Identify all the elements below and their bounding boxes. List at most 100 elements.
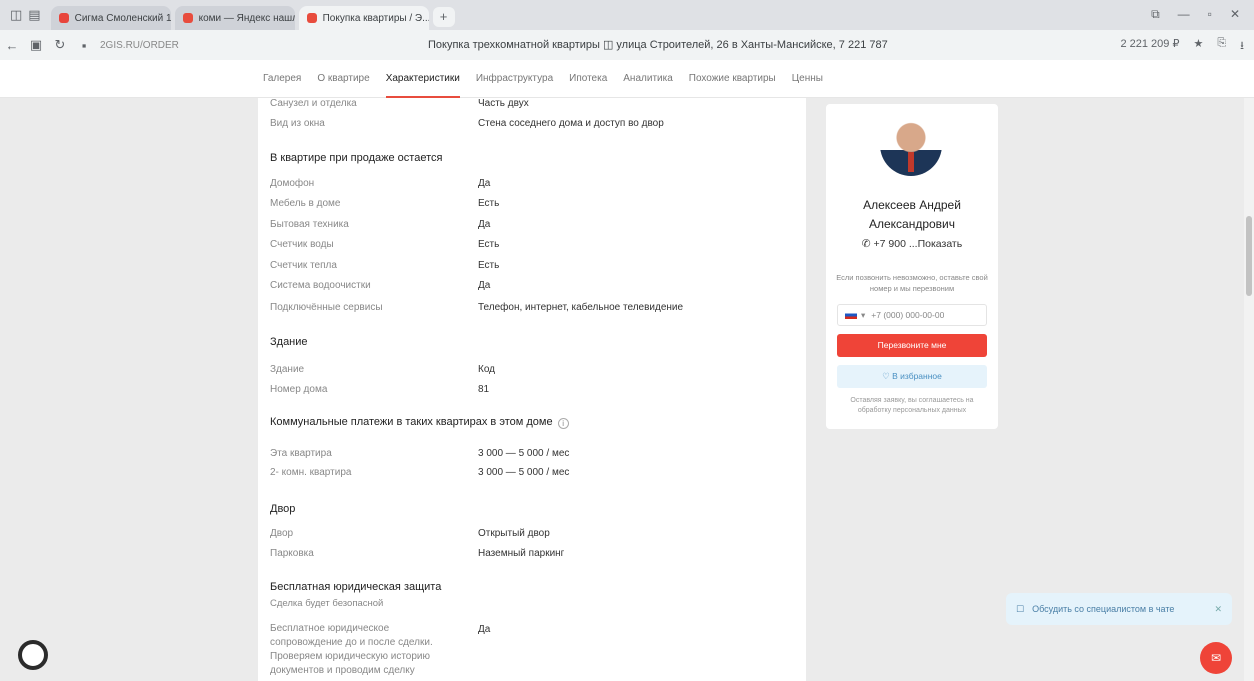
window-icons: ◫ ▤ bbox=[0, 7, 51, 30]
chat-specialist-button[interactable]: ☐ Обсудить со специалистом в чате ✕ bbox=[1006, 593, 1232, 625]
row-label: Парковка bbox=[270, 548, 314, 559]
bookmark-icon[interactable]: ⧉ bbox=[1151, 7, 1160, 22]
tab-label: Покупка квартиры / Э... bbox=[322, 12, 429, 24]
row-label: 2- комн. квартира bbox=[270, 467, 352, 478]
info-icon[interactable]: i bbox=[557, 418, 569, 429]
browser-menu-icon[interactable]: ◫ bbox=[10, 7, 22, 23]
privacy-note: Оставляя заявку, вы соглашаетесь на обра… bbox=[850, 397, 974, 414]
list-item: 2- комн. квартира 3 000 — 5 000 / мес bbox=[270, 467, 790, 478]
tab-similar[interactable]: Похожие квартиры bbox=[689, 60, 776, 98]
list-item: Домофон Да bbox=[270, 178, 790, 189]
scrollbar[interactable] bbox=[1244, 98, 1254, 681]
section-title-text: Коммунальные платежи в таких квартирах в… bbox=[270, 416, 553, 428]
list-item: Счетчик тепла Есть bbox=[270, 260, 790, 271]
row-value: Да bbox=[478, 219, 491, 230]
tab-favicon-icon bbox=[306, 13, 317, 23]
row-value: Стена соседнего дома и доступ во двор bbox=[478, 118, 664, 129]
forward-arrow-icon[interactable]: ▣ bbox=[24, 37, 48, 53]
section-title-utilities: Коммунальные платежи в таких квартирах в… bbox=[270, 416, 569, 429]
favorite-button[interactable]: ♡ В избранное bbox=[837, 365, 987, 388]
agent-name-line2: Александрович bbox=[868, 217, 956, 231]
row-label: Счетчик тепла bbox=[270, 260, 337, 271]
maximize-button[interactable]: ▫ bbox=[1208, 7, 1212, 22]
share-icon[interactable]: ⎘ bbox=[1217, 37, 1226, 56]
list-item: Номер дома 81 bbox=[270, 384, 790, 395]
list-item: Здание Код bbox=[270, 364, 790, 375]
chevron-down-icon[interactable]: ▾ bbox=[861, 310, 865, 321]
row-label: Счетчик воды bbox=[270, 239, 334, 250]
row-label: Здание bbox=[270, 364, 305, 375]
show-phone-link[interactable]: ✆ +7 900 ...Показать bbox=[826, 238, 998, 250]
list-item: Счетчик воды Есть bbox=[270, 239, 790, 250]
list-item: Двор Открытый двор bbox=[270, 528, 790, 539]
row-label: Система водоочистки bbox=[270, 280, 371, 291]
section-title-legal: Бесплатная юридическая защита bbox=[270, 581, 442, 593]
row-value: Часть двух bbox=[478, 98, 529, 109]
section-title-yard: Двор bbox=[270, 503, 296, 515]
section-title-building: Здание bbox=[270, 336, 308, 348]
chat-icon: ☐ bbox=[1016, 603, 1025, 614]
row-value: 3 000 — 5 000 / мес bbox=[478, 448, 570, 459]
list-item: Бытовая техника Да bbox=[270, 219, 790, 230]
row-value: 81 bbox=[478, 384, 490, 395]
back-arrow-icon[interactable]: ← bbox=[0, 38, 24, 53]
legal-row-value: Да bbox=[478, 624, 490, 635]
tab-mortgage[interactable]: Ипотека bbox=[569, 60, 607, 98]
callback-button[interactable]: Перезвоните мне bbox=[837, 334, 987, 357]
scrollbar-thumb[interactable] bbox=[1246, 216, 1252, 296]
list-item: Подключённые сервисы Телефон, интернет, … bbox=[270, 302, 790, 313]
star-icon[interactable]: ★ bbox=[1193, 37, 1203, 56]
row-value: Наземный паркинг bbox=[478, 548, 565, 559]
tab-label: коми — Яндекс нашлось bbox=[198, 12, 295, 24]
callback-note: Если позвонить невозможно, оставьте свой… bbox=[836, 273, 988, 293]
price-badge: 2 221 209 ₽ bbox=[1120, 38, 1180, 50]
section-subtitle-legal: Сделка будет безопасной bbox=[270, 598, 384, 609]
browser-tab-3[interactable]: Покупка квартиры / Э... bbox=[298, 6, 429, 30]
close-button[interactable]: ✕ bbox=[1230, 7, 1240, 22]
row-label: Вид из окна bbox=[270, 118, 325, 129]
tab-favicon-icon bbox=[58, 13, 69, 23]
tab-prices[interactable]: Ценны bbox=[792, 60, 823, 98]
list-item: Санузел и отделка Часть двух bbox=[270, 98, 790, 109]
browser-tab-2[interactable]: коми — Яндекс нашлось bbox=[174, 6, 295, 30]
browser-tab-1[interactable]: Сигма Смоленский 16 ... bbox=[50, 6, 171, 30]
characteristics-panel: Санузел и отделка Часть двух Вид из окна… bbox=[258, 98, 806, 681]
tab-list-icon[interactable]: ▤ bbox=[28, 7, 40, 23]
row-label: Домофон bbox=[270, 178, 315, 189]
agent-name: Алексеев Андрей Александрович bbox=[826, 196, 998, 234]
list-item: Мебель в доме Есть bbox=[270, 198, 790, 209]
reload-icon[interactable]: ↻ bbox=[48, 37, 72, 53]
section-title-features: В квартире при продаже остается bbox=[270, 152, 443, 164]
lock-icon: ▪ bbox=[81, 37, 87, 53]
message-fab-button[interactable]: ✉ bbox=[1200, 642, 1232, 674]
row-value: Есть bbox=[478, 260, 500, 271]
accessibility-button[interactable] bbox=[18, 640, 48, 670]
tab-infrastructure[interactable]: Инфраструктура bbox=[476, 60, 553, 98]
tab-label: Сигма Смоленский 16 ... bbox=[74, 12, 171, 24]
tab-favicon-icon bbox=[182, 13, 193, 23]
tab-gallery[interactable]: Галерея bbox=[263, 60, 301, 98]
row-value: Есть bbox=[478, 198, 500, 209]
row-label: Номер дома bbox=[270, 384, 328, 395]
close-icon[interactable]: ✕ bbox=[1214, 604, 1222, 615]
browser-tabbar: ◫ ▤ Сигма Смоленский 16 ... коми — Яндек… bbox=[0, 0, 1254, 30]
window-controls: ⧉ — ▫ ✕ bbox=[1151, 7, 1254, 30]
phone-field[interactable]: ▾ +7 (000) 000-00-00 bbox=[837, 304, 987, 326]
avatar bbox=[880, 114, 942, 176]
tab-about[interactable]: О квартире bbox=[317, 60, 369, 98]
list-item: Парковка Наземный паркинг bbox=[270, 548, 790, 559]
minimize-button[interactable]: — bbox=[1178, 7, 1190, 22]
url-field[interactable]: 2GIS.RU/ORDER bbox=[100, 40, 220, 51]
row-value: Открытый двор bbox=[478, 528, 550, 539]
row-label: Санузел и отделка bbox=[270, 98, 357, 109]
agent-name-line1: Алексеев Андрей bbox=[863, 198, 961, 212]
new-tab-button[interactable]: + bbox=[432, 7, 455, 27]
list-item: Вид из окна Стена соседнего дома и досту… bbox=[270, 118, 790, 129]
row-label: Бытовая техника bbox=[270, 219, 349, 230]
tab-characteristics[interactable]: Характеристики bbox=[385, 60, 461, 98]
chat-label: Обсудить со специалистом в чате bbox=[1032, 604, 1175, 614]
list-item: Система водоочистки Да bbox=[270, 280, 790, 291]
tab-analytics[interactable]: Аналитика bbox=[623, 60, 673, 98]
download-icon[interactable]: ⭳ bbox=[1240, 37, 1244, 56]
row-label: Эта квартира bbox=[270, 448, 332, 459]
